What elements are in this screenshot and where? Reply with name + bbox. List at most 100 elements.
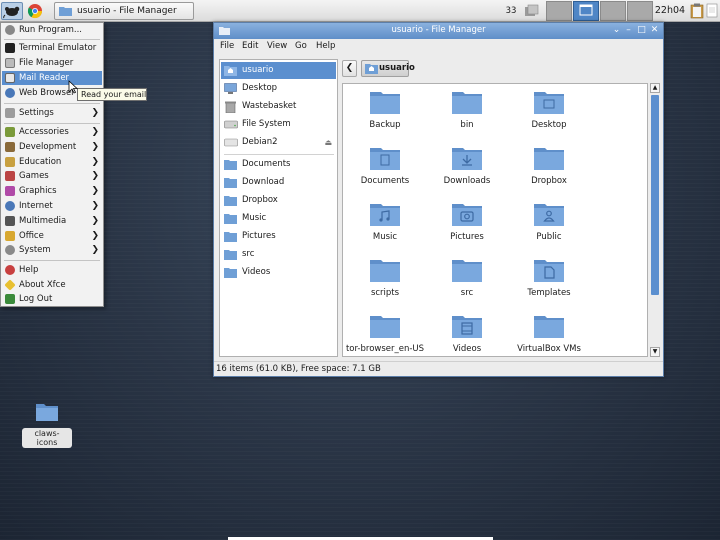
menu-item-settings[interactable]: Settings ❯ — [2, 106, 102, 120]
menu-item-system[interactable]: System ❯ — [2, 243, 102, 257]
eject-icon[interactable]: ⏏ — [324, 134, 332, 151]
side-item-wastebasket[interactable]: Wastebasket — [221, 98, 336, 115]
desktop-icon-claws-icons[interactable]: claws-icons — [22, 402, 72, 448]
applications-menu-button[interactable] — [1, 2, 23, 20]
menu-item-games[interactable]: Games ❯ — [2, 169, 102, 183]
window-titlebar[interactable]: usuario - File Manager ⌄ – □ ✕ — [214, 23, 663, 39]
file-item-tor-browser[interactable]: tor-browser_en-US — [345, 313, 425, 356]
menu-item-label: Games — [19, 171, 49, 181]
side-item-videos[interactable]: Videos — [221, 264, 336, 281]
icon-view-scrollbar[interactable]: ▲ ▼ — [650, 83, 660, 357]
folder-icon — [370, 316, 400, 338]
side-item-documents[interactable]: Documents — [221, 156, 336, 173]
side-item-label: Wastebasket — [242, 101, 297, 111]
file-item-label: Music — [372, 232, 398, 242]
workspace-2[interactable] — [573, 1, 599, 21]
side-item-music[interactable]: Music — [221, 210, 336, 227]
scroll-down-arrow-icon[interactable]: ▼ — [650, 347, 660, 357]
side-item-desktop[interactable]: Desktop — [221, 80, 336, 97]
folder-icon — [36, 404, 58, 421]
file-item-scripts[interactable]: scripts — [345, 257, 425, 309]
menu-item-accessories[interactable]: Accessories ❯ — [2, 125, 102, 139]
network-tray-icon[interactable] — [522, 2, 542, 20]
chrome-launcher[interactable] — [26, 2, 48, 20]
chevron-right-icon: ❯ — [91, 201, 99, 211]
hard-drive-icon — [224, 120, 238, 129]
file-item-dropbox[interactable]: Dropbox — [509, 145, 589, 197]
side-item-file-system[interactable]: File System — [221, 116, 336, 133]
maximize-button[interactable]: □ — [636, 25, 647, 36]
file-item-src[interactable]: src — [427, 257, 507, 309]
menu-item-help[interactable]: Help — [2, 263, 102, 277]
menu-edit[interactable]: Edit — [242, 41, 258, 51]
menu-item-run-program[interactable]: Run Program... — [2, 23, 102, 37]
close-button[interactable]: ✕ — [649, 25, 660, 36]
menu-item-label: About Xfce — [19, 280, 66, 290]
menu-help[interactable]: Help — [316, 41, 335, 51]
videos-folder-icon — [452, 316, 482, 338]
path-button-usuario[interactable]: usuario — [361, 60, 415, 77]
menu-item-label: Log Out — [19, 294, 53, 304]
minimize-button[interactable]: – — [623, 25, 634, 36]
menu-item-terminal[interactable]: Terminal Emulator — [2, 41, 102, 55]
file-item-label: Dropbox — [531, 176, 567, 186]
menu-item-office[interactable]: Office ❯ — [2, 229, 102, 243]
file-item-templates[interactable]: Templates — [509, 257, 589, 309]
chevron-right-icon: ❯ — [91, 142, 99, 152]
clipboard-tray-icon[interactable] — [690, 2, 704, 20]
menu-item-graphics[interactable]: Graphics ❯ — [2, 184, 102, 198]
workspace-3[interactable] — [600, 1, 626, 21]
menu-item-mail-reader[interactable]: Mail Reader — [2, 71, 102, 85]
documents-folder-icon — [370, 148, 400, 170]
menu-item-internet[interactable]: Internet ❯ — [2, 199, 102, 213]
menu-file[interactable]: File — [220, 41, 234, 51]
file-item-public[interactable]: Public — [509, 201, 589, 253]
scrollbar-thumb[interactable] — [651, 95, 659, 295]
menu-go[interactable]: Go — [295, 41, 307, 51]
menu-item-development[interactable]: Development ❯ — [2, 140, 102, 154]
file-item-documents[interactable]: Documents — [345, 145, 425, 197]
side-item-download[interactable]: Download — [221, 174, 336, 191]
document-tray-icon[interactable] — [706, 2, 718, 20]
menu-view[interactable]: View — [267, 41, 287, 51]
file-item-downloads[interactable]: Downloads — [427, 145, 507, 197]
scroll-up-arrow-icon[interactable]: ▲ — [650, 83, 660, 93]
file-item-label: VirtualBox VMs — [517, 344, 581, 354]
side-item-label: Desktop — [242, 83, 278, 93]
workspace-1[interactable] — [546, 1, 572, 21]
file-item-music[interactable]: Music — [345, 201, 425, 253]
menu-item-about-xfce[interactable]: About Xfce — [2, 278, 102, 292]
side-item-pictures[interactable]: Pictures — [221, 228, 336, 245]
taskbar-file-manager[interactable]: usuario - File Manager — [54, 2, 194, 20]
file-item-virtualbox-vms[interactable]: VirtualBox VMs — [509, 313, 589, 356]
clock[interactable]: 22h04 — [650, 2, 690, 20]
file-item-desktop[interactable]: Desktop — [509, 89, 589, 141]
menubar: File Edit View Go Help — [214, 39, 663, 54]
menu-item-multimedia[interactable]: Multimedia ❯ — [2, 214, 102, 228]
icon-view[interactable]: Backup bin Desktop Documents Downloads D… — [342, 83, 648, 357]
file-item-label: bin — [460, 120, 474, 130]
file-item-videos[interactable]: Videos — [427, 313, 507, 356]
file-item-backup[interactable]: Backup — [345, 89, 425, 141]
side-pane: usuario Desktop Wastebasket File System … — [219, 59, 338, 357]
side-item-usuario[interactable]: usuario — [221, 62, 336, 79]
side-item-dropbox[interactable]: Dropbox — [221, 192, 336, 209]
chevron-right-icon: ❯ — [91, 157, 99, 167]
menu-item-education[interactable]: Education ❯ — [2, 155, 102, 169]
menu-item-file-manager[interactable]: File Manager — [2, 56, 102, 70]
run-icon — [5, 25, 15, 35]
side-separator — [224, 154, 334, 155]
side-item-src[interactable]: src — [221, 246, 336, 263]
folder-icon — [370, 92, 400, 114]
home-folder-icon — [224, 66, 237, 76]
chevron-right-icon: ❯ — [91, 231, 99, 241]
notification-count: 33 — [505, 6, 517, 16]
path-back-button[interactable]: ❮ — [342, 60, 357, 77]
file-item-pictures[interactable]: Pictures — [427, 201, 507, 253]
side-item-debian2[interactable]: Debian2 ⏏ — [221, 134, 336, 151]
file-item-bin[interactable]: bin — [427, 89, 507, 141]
window-menu-button[interactable]: ⌄ — [611, 25, 622, 36]
multimedia-icon — [5, 216, 15, 226]
side-item-label: File System — [242, 119, 291, 129]
menu-item-log-out[interactable]: Log Out — [2, 292, 102, 306]
